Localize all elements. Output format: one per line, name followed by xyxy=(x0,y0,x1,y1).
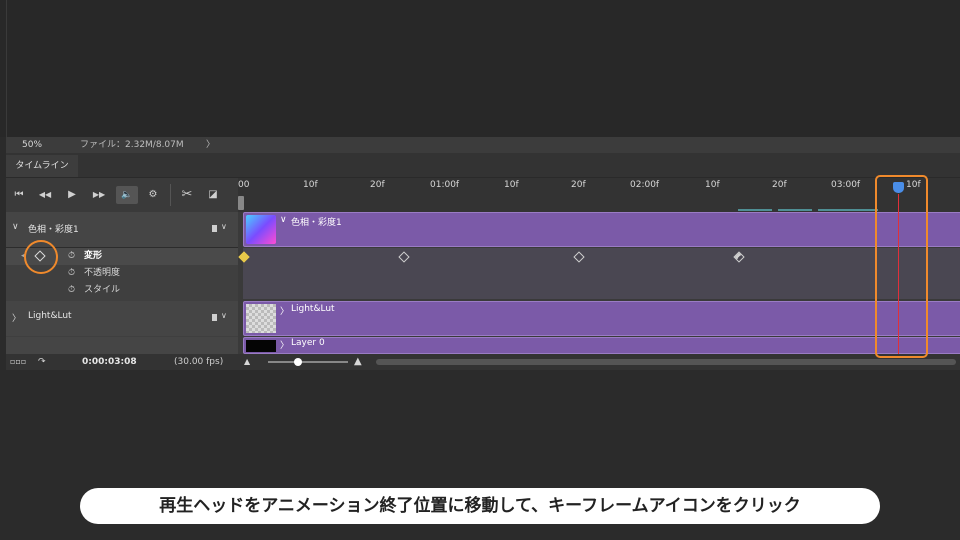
chevron-right-icon[interactable]: 〉 xyxy=(280,304,289,317)
keyframe-lane-style[interactable] xyxy=(243,282,960,299)
split-scissors-icon[interactable]: ✂ xyxy=(178,186,196,204)
chevron-down-icon[interactable]: ∨ xyxy=(280,215,287,225)
file-info: ファイル：2.32M/8.07M xyxy=(80,140,184,150)
highlight-playhead-end xyxy=(875,175,928,358)
canvas-edge xyxy=(6,0,7,137)
ruler-tick: 00 xyxy=(238,180,250,190)
film-strip-icon[interactable] xyxy=(210,312,219,323)
status-menu-arrow[interactable]: 〉 xyxy=(206,137,215,153)
ruler-tick: 20f xyxy=(772,180,787,190)
zoom-level[interactable]: 50% xyxy=(22,137,42,153)
ruler-tick: 10f xyxy=(303,180,318,190)
layer-row-layer0-partial[interactable] xyxy=(6,337,238,354)
layer-row-light-lut[interactable]: 〉 Light&Lut ∨ xyxy=(6,301,238,336)
clip-thumbnail xyxy=(246,340,276,352)
stopwatch-icon[interactable]: ⏱ xyxy=(68,265,75,282)
stopwatch-icon[interactable]: ⏱ xyxy=(68,248,75,265)
chevron-right-icon[interactable]: 〉 xyxy=(12,311,21,324)
tab-timeline[interactable]: タイムライン xyxy=(6,155,78,177)
timeline-scrollbar[interactable] xyxy=(376,359,956,365)
timeline-footer: ▫▫▫ ↷ 0:00:03:08 (30.00 fps) ▲ ▲ xyxy=(6,354,960,370)
property-row-style[interactable]: ⏱ スタイル xyxy=(6,282,238,299)
status-bar: 50% ファイル：2.32M/8.07M 〉 xyxy=(6,137,960,153)
ruler-tick: 20f xyxy=(571,180,586,190)
property-name: 変形 xyxy=(84,251,103,261)
go-to-first-frame-button[interactable]: ⏮ xyxy=(10,186,28,204)
layer-menu-chevron-icon[interactable]: ∨ xyxy=(221,311,227,320)
keyframe-lane-opacity[interactable] xyxy=(243,265,960,282)
clip-label: Layer 0 xyxy=(291,338,325,348)
zoom-out-mountain-icon[interactable]: ▲ xyxy=(244,354,250,370)
render-video-icon[interactable]: ↷ xyxy=(38,354,46,370)
clip-label: 色相・彩度1 xyxy=(291,218,342,228)
clip-thumbnail xyxy=(246,304,276,333)
chevron-right-icon[interactable]: 〉 xyxy=(280,338,289,351)
ruler-tick: 20f xyxy=(370,180,385,190)
clip-layer0[interactable]: 〉 Layer 0 xyxy=(243,337,960,354)
zoom-slider[interactable] xyxy=(268,361,348,363)
transition-icon[interactable]: ◪ xyxy=(204,186,222,204)
ruler-tick: 10f xyxy=(504,180,519,190)
render-cache-bar xyxy=(738,209,772,211)
toggle-frames-icon[interactable]: ▫▫▫ xyxy=(10,354,26,370)
ruler-tick: 03:00f xyxy=(831,180,861,190)
chevron-down-icon[interactable]: ∨ xyxy=(12,222,19,232)
instruction-caption: 再生ヘッドをアニメーション終了位置に移動して、キーフレームアイコンをクリック xyxy=(80,488,880,524)
current-timecode: 0:00:03:08 xyxy=(82,357,137,367)
keyframe-lane-transform[interactable] xyxy=(243,248,960,265)
property-name: スタイル xyxy=(84,285,121,295)
ruler-tick: 10f xyxy=(705,180,720,190)
property-name: 不透明度 xyxy=(84,268,121,278)
render-cache-bar xyxy=(778,209,812,211)
film-strip-icon[interactable] xyxy=(210,223,219,234)
layer-name: 色相・彩度1 xyxy=(28,225,79,235)
document-canvas xyxy=(0,0,960,137)
zoom-slider-thumb[interactable] xyxy=(294,358,302,366)
ruler-tick: 02:00f xyxy=(630,180,660,190)
frame-rate: (30.00 fps) xyxy=(174,357,224,367)
layer-menu-chevron-icon[interactable]: ∨ xyxy=(221,222,227,231)
work-area-start-handle[interactable] xyxy=(238,196,244,210)
audio-button[interactable]: 🔈 xyxy=(116,186,138,204)
clip-hue-saturation[interactable]: ∨ 色相・彩度1 xyxy=(243,212,960,247)
render-cache-bar xyxy=(818,209,878,211)
stopwatch-icon[interactable]: ⏱ xyxy=(68,282,75,299)
clip-label: Light&Lut xyxy=(291,304,335,314)
zoom-in-mountain-icon[interactable]: ▲ xyxy=(354,354,362,370)
play-button[interactable]: ▶ xyxy=(63,186,81,204)
highlight-keyframe-button xyxy=(24,240,58,274)
ruler-tick: 01:00f xyxy=(430,180,460,190)
next-frame-button[interactable]: ▶▶ xyxy=(90,186,108,204)
control-divider xyxy=(170,184,171,206)
clip-light-lut[interactable]: 〉 Light&Lut xyxy=(243,301,960,336)
previous-frame-button[interactable]: ◀◀ xyxy=(36,186,54,204)
settings-gear-icon[interactable]: ⚙ xyxy=(144,186,162,204)
panel-tab-bar xyxy=(6,153,960,178)
clip-thumbnail xyxy=(246,215,276,244)
layer-name: Light&Lut xyxy=(28,311,72,321)
